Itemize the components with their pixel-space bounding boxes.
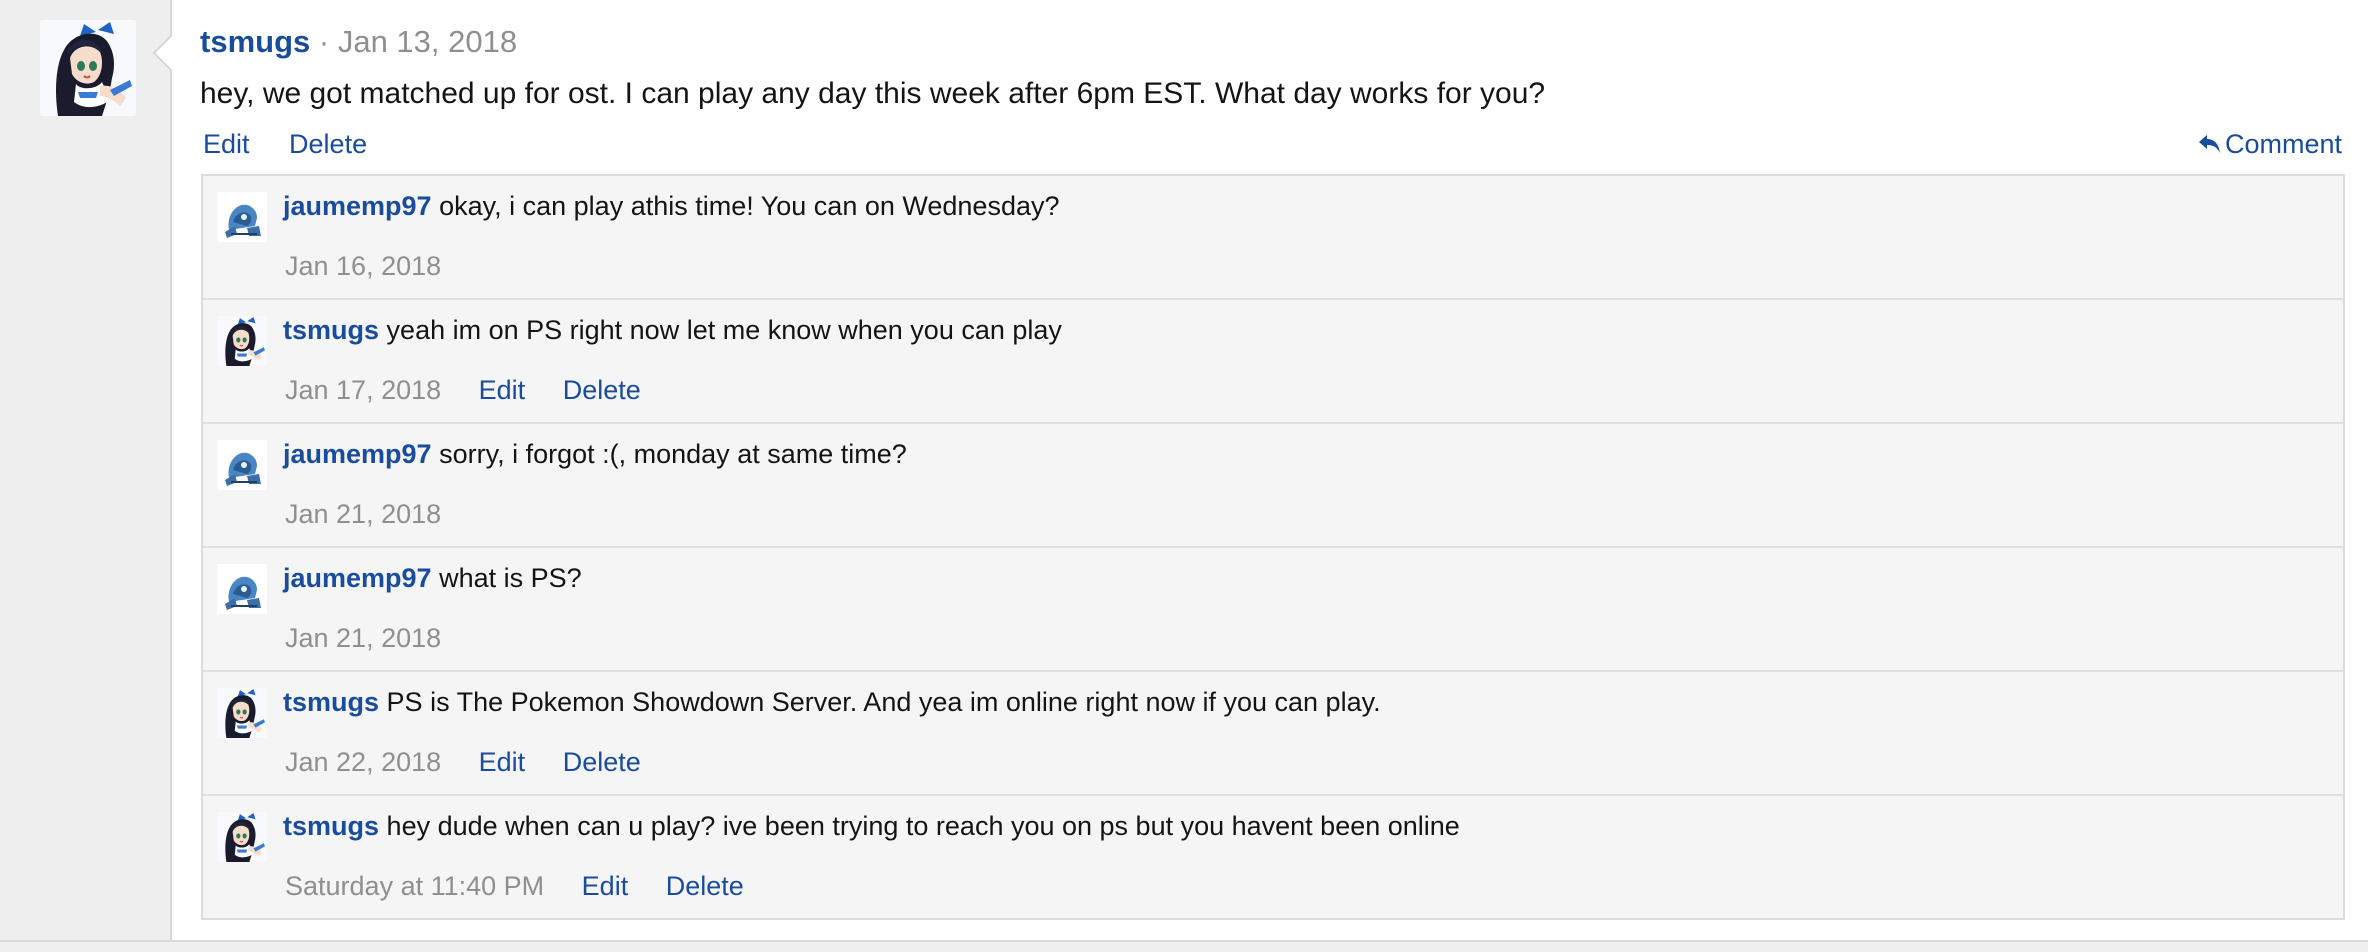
comment-item: jaumemp97 sorry, i forgot :(, monday at … xyxy=(203,424,2343,548)
comment-line: jaumemp97 okay, i can play athis time! Y… xyxy=(283,188,1060,224)
comment-author[interactable]: jaumemp97 xyxy=(283,439,432,469)
comment-author[interactable]: tsmugs xyxy=(283,687,379,717)
comment-date[interactable]: Jan 22, 2018 xyxy=(285,747,441,777)
comment-avatar[interactable] xyxy=(217,564,267,614)
comment-text: what is PS? xyxy=(439,563,582,593)
comment-date[interactable]: Saturday at 11:40 PM xyxy=(285,871,544,901)
author-avatar[interactable] xyxy=(40,20,136,116)
comment-author[interactable]: tsmugs xyxy=(283,811,379,841)
comment-meta: Jan 21, 2018 xyxy=(285,496,441,532)
comment-avatar[interactable] xyxy=(217,316,267,366)
comment-meta: Jan 16, 2018 xyxy=(285,248,441,284)
robot-avatar-icon xyxy=(217,192,267,242)
comment-delete-link[interactable]: Delete xyxy=(563,375,641,405)
post-separator: · xyxy=(318,24,330,59)
post-author[interactable]: tsmugs xyxy=(200,24,310,59)
comment-text: hey dude when can u play? ive been tryin… xyxy=(386,811,1460,841)
comment-delete-link[interactable]: Delete xyxy=(666,871,744,901)
comment-item: tsmugs PS is The Pokemon Showdown Server… xyxy=(203,672,2343,796)
comment-edit-link[interactable]: Edit xyxy=(479,747,526,777)
comment-item: jaumemp97 okay, i can play athis time! Y… xyxy=(203,176,2343,300)
anime-girl-avatar-icon xyxy=(217,812,267,862)
post-card: tsmugs · Jan 13, 2018 hey, we got matche… xyxy=(0,0,2368,942)
post-date[interactable]: Jan 13, 2018 xyxy=(338,24,517,59)
comment-delete-link[interactable]: Delete xyxy=(563,747,641,777)
comment-avatar[interactable] xyxy=(217,192,267,242)
comment-text: okay, i can play athis time! You can on … xyxy=(439,191,1060,221)
comment-author[interactable]: jaumemp97 xyxy=(283,191,432,221)
comment-text: yeah im on PS right now let me know when… xyxy=(386,315,1062,345)
comment-text: sorry, i forgot :(, monday at same time? xyxy=(439,439,907,469)
comment-date[interactable]: Jan 21, 2018 xyxy=(285,623,441,653)
comment-meta: Saturday at 11:40 PM Edit Delete xyxy=(285,868,744,904)
comment-edit-link[interactable]: Edit xyxy=(479,375,526,405)
post-actions: Edit Delete xyxy=(203,126,399,162)
post-header: tsmugs · Jan 13, 2018 xyxy=(200,22,517,62)
post-delete-link[interactable]: Delete xyxy=(289,129,367,159)
comments-list: jaumemp97 okay, i can play athis time! Y… xyxy=(201,174,2345,920)
comment-item: tsmugs hey dude when can u play? ive bee… xyxy=(203,796,2343,918)
comment-avatar[interactable] xyxy=(217,688,267,738)
comment-avatar[interactable] xyxy=(217,812,267,862)
comment-date[interactable]: Jan 17, 2018 xyxy=(285,375,441,405)
comment-line: tsmugs PS is The Pokemon Showdown Server… xyxy=(283,684,1381,720)
comment-date[interactable]: Jan 21, 2018 xyxy=(285,499,441,529)
anime-girl-avatar-icon xyxy=(217,688,267,738)
comment-avatar[interactable] xyxy=(217,440,267,490)
comment-edit-link[interactable]: Edit xyxy=(582,871,629,901)
comment-line: tsmugs yeah im on PS right now let me kn… xyxy=(283,312,1062,348)
comment-meta: Jan 21, 2018 xyxy=(285,620,441,656)
post-user-column xyxy=(0,0,172,940)
comment-item: jaumemp97 what is PS? Jan 21, 2018 xyxy=(203,548,2343,672)
reply-arrow-icon xyxy=(2198,135,2220,153)
comment-author[interactable]: tsmugs xyxy=(283,315,379,345)
comment-item: tsmugs yeah im on PS right now let me kn… xyxy=(203,300,2343,424)
post-body: hey, we got matched up for ost. I can pl… xyxy=(200,77,1546,110)
comment-meta: Jan 17, 2018 Edit Delete xyxy=(285,372,641,408)
comment-date[interactable]: Jan 16, 2018 xyxy=(285,251,441,281)
comment-button-label: Comment xyxy=(2224,129,2342,159)
post-edit-link[interactable]: Edit xyxy=(203,129,250,159)
comment-line: jaumemp97 what is PS? xyxy=(283,560,582,596)
comment-text: PS is The Pokemon Showdown Server. And y… xyxy=(386,687,1381,717)
comment-button[interactable]: Comment xyxy=(2197,126,2342,162)
robot-avatar-icon xyxy=(217,440,267,490)
comment-line: jaumemp97 sorry, i forgot :(, monday at … xyxy=(283,436,907,472)
comment-author[interactable]: jaumemp97 xyxy=(283,563,432,593)
anime-girl-avatar-icon xyxy=(40,20,136,116)
anime-girl-avatar-icon xyxy=(217,316,267,366)
comment-meta: Jan 22, 2018 Edit Delete xyxy=(285,744,641,780)
comment-line: tsmugs hey dude when can u play? ive bee… xyxy=(283,808,1460,844)
robot-avatar-icon xyxy=(217,564,267,614)
